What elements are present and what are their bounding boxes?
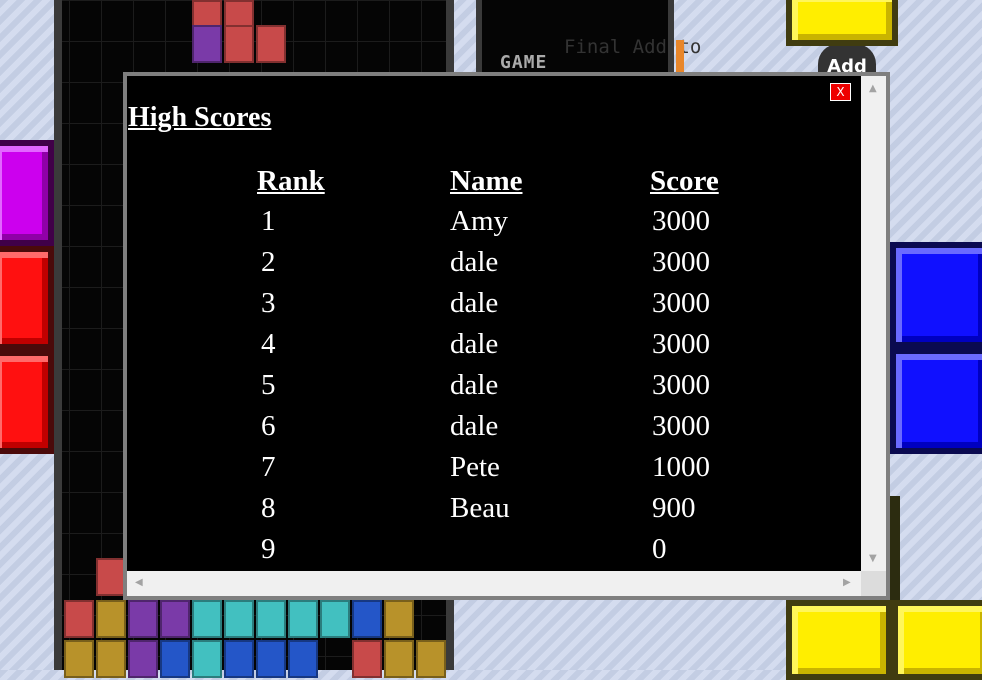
block-cell [256, 25, 286, 63]
rank-cell: 4 [261, 328, 276, 360]
score-cell: 900 [652, 492, 696, 524]
block-cell [96, 558, 126, 596]
score-cell: 3000 [652, 410, 710, 442]
decor-block-blue [890, 348, 982, 454]
decor-block-blue [890, 242, 982, 348]
score-cell: 1000 [652, 451, 710, 483]
block-cell [352, 600, 382, 638]
block-cell [160, 600, 190, 638]
rank-cell: 7 [261, 451, 276, 483]
game-label: GAME [500, 52, 548, 73]
decor-strip [890, 496, 900, 606]
column-header-name: Name [450, 164, 523, 197]
decor-block-yellow [786, 0, 898, 46]
name-cell: dale [450, 369, 499, 401]
rank-cell: 6 [261, 410, 276, 442]
table-row: 6 dale 3000 [257, 406, 760, 447]
block-cell [64, 600, 94, 638]
score-cell: 3000 [652, 328, 710, 360]
rank-cell: 8 [261, 492, 276, 524]
name-cell: dale [450, 246, 499, 278]
decor-block-red [0, 350, 54, 454]
block-cell [160, 640, 190, 678]
score-cell: 3000 [652, 369, 710, 401]
table-header-row: Rank Name Score [257, 161, 760, 201]
block-cell [416, 640, 446, 678]
decor-block-yellow [892, 600, 982, 680]
block-cell [288, 600, 318, 638]
high-scores-table: Rank Name Score 1 Amy 3000 2 dale 3000 3 [257, 161, 760, 570]
block-cell [288, 640, 318, 678]
table-row: 8 Beau 900 [257, 488, 760, 529]
name-cell: Beau [450, 492, 510, 524]
rank-cell: 3 [261, 287, 276, 319]
block-cell [224, 25, 254, 63]
scroll-up-arrow-icon[interactable]: ▲ [869, 84, 877, 94]
scroll-left-arrow-icon[interactable]: ◀ [135, 578, 143, 588]
score-cell: 3000 [652, 287, 710, 319]
column-header-rank: Rank [257, 164, 325, 197]
block-cell [96, 600, 126, 638]
decor-block-yellow [786, 600, 892, 680]
table-row: 3 dale 3000 [257, 283, 760, 324]
horizontal-scrollbar[interactable]: ◀ ▶ [127, 571, 861, 596]
scroll-right-arrow-icon[interactable]: ▶ [843, 578, 851, 588]
rank-cell: 5 [261, 369, 276, 401]
block-cell [320, 600, 350, 638]
name-cell: Pete [450, 451, 500, 483]
decor-block-red [0, 246, 54, 350]
block-cell [352, 640, 382, 678]
column-header-score: Score [650, 164, 719, 197]
name-cell: dale [450, 328, 499, 360]
score-cell: 3000 [652, 246, 710, 278]
block-cell [64, 640, 94, 678]
scroll-down-arrow-icon[interactable]: ▼ [869, 554, 877, 564]
high-scores-title: High Scores [128, 102, 272, 133]
block-cell [256, 640, 286, 678]
block-cell [224, 600, 254, 638]
block-cell [192, 25, 222, 63]
table-row: 1 Amy 3000 [257, 201, 760, 242]
decor-block-magenta [0, 140, 54, 246]
block-cell [128, 640, 158, 678]
rank-cell: 1 [261, 205, 276, 237]
table-row: 7 Pete 1000 [257, 447, 760, 488]
score-cell: 0 [652, 533, 667, 565]
table-row: 5 dale 3000 [257, 365, 760, 406]
table-row: 9 0 [257, 529, 760, 570]
scrollbar-corner [861, 571, 886, 596]
name-cell [450, 529, 650, 570]
block-cell [192, 640, 222, 678]
block-cell [384, 600, 414, 638]
block-cell [128, 600, 158, 638]
high-scores-dialog: X High Scores Rank Name Score 1 Amy 3000… [123, 72, 890, 600]
name-cell: dale [450, 410, 499, 442]
table-row: 2 dale 3000 [257, 242, 760, 283]
name-cell: Amy [450, 205, 508, 237]
close-button[interactable]: X [830, 83, 851, 101]
vertical-scrollbar[interactable]: ▲ ▼ [861, 76, 886, 571]
table-row: 4 dale 3000 [257, 324, 760, 365]
block-cell [224, 640, 254, 678]
block-cell [256, 600, 286, 638]
block-cell [192, 600, 222, 638]
rank-cell: 9 [261, 533, 276, 565]
block-cell [384, 640, 414, 678]
dialog-content: X High Scores Rank Name Score 1 Amy 3000… [127, 76, 861, 571]
progress-marker [676, 40, 684, 74]
block-cell [96, 640, 126, 678]
score-cell: 3000 [652, 205, 710, 237]
name-cell: dale [450, 287, 499, 319]
rank-cell: 2 [261, 246, 276, 278]
